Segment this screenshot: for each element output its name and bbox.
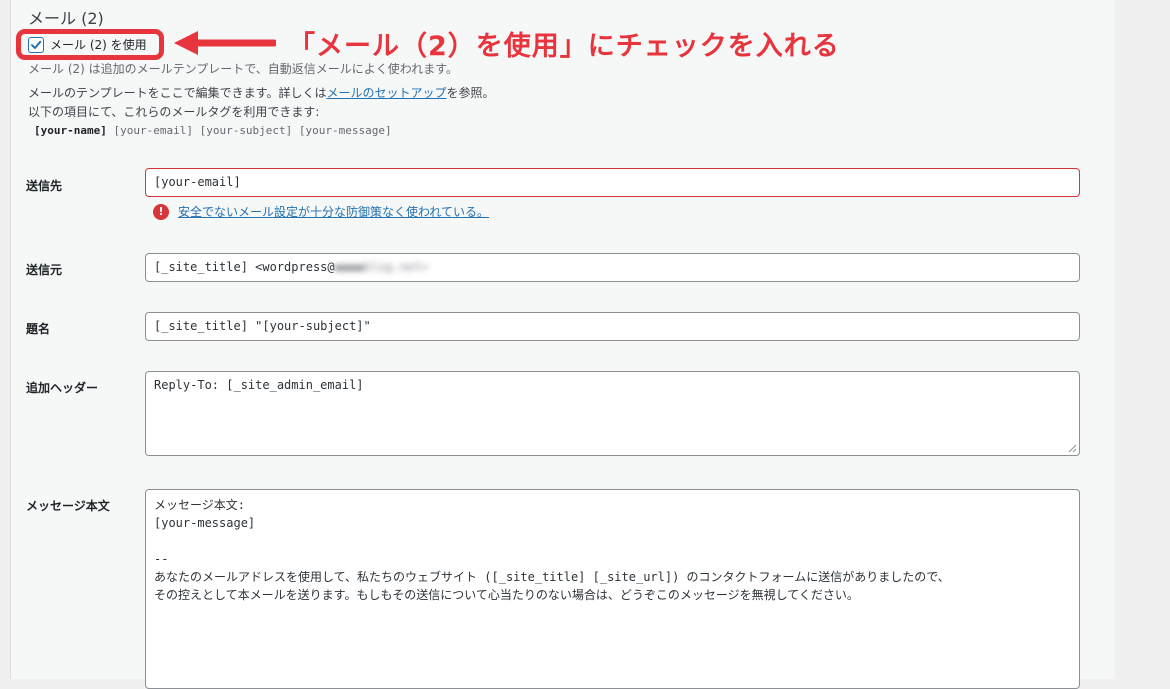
subject-label: 題名 <box>26 322 51 336</box>
from-input-blurred-domain: ●●●●blog.net> <box>334 260 429 274</box>
headers-label: 追加ヘッダー <box>26 381 99 395</box>
from-input-value: [_site_title] <wordpress@ <box>154 260 335 274</box>
error-icon: ! <box>153 203 169 220</box>
checkbox-checked-icon[interactable] <box>28 36 44 53</box>
side-strip <box>1115 0 1170 679</box>
resize-handle-icon[interactable] <box>1068 444 1077 453</box>
mail-tags-others: [your-email] [your-subject] [your-messag… <box>113 124 392 137</box>
description-line-1: メール (2) は追加のメールテンプレートで、自動返信メールによく使われます。 <box>28 62 458 76</box>
annotation-text: 「メール（2）を使用」にチェックを入れる <box>288 31 840 62</box>
mail-tags: [your-name] [your-email] [your-subject] … <box>34 124 392 137</box>
use-mail2-checkbox-row[interactable]: メール (2) を使用 <box>16 29 164 60</box>
to-label: 送信先 <box>26 179 63 193</box>
warning-row: ! 安全でないメール設定が十分な防御策なく使われている。 <box>153 203 489 220</box>
additional-headers-textarea[interactable]: Reply-To: [_site_admin_email] <box>145 371 1080 456</box>
to-input[interactable]: [your-email] <box>145 168 1080 197</box>
description-line-2-before: メールのテンプレートをここで編集できます。詳しくは <box>28 86 327 100</box>
mail-setup-link[interactable]: メールのセットアップ <box>326 86 446 100</box>
from-input[interactable]: [_site_title] <wordpress@●●●●blog.net> <box>145 253 1080 282</box>
description-line-2: メールのテンプレートをここで編集できます。詳しくはメールのセットアップを参照。 <box>28 84 494 101</box>
description-line-2-after: を参照。 <box>446 86 495 100</box>
use-mail2-label[interactable]: メール (2) を使用 <box>50 36 147 53</box>
section-title: メール (2) <box>28 9 104 28</box>
message-body-textarea[interactable]: メッセージ本文: [your-message] -- あなたのメールアドレスを使… <box>145 489 1080 689</box>
body-label: メッセージ本文 <box>26 499 110 513</box>
description-line-3: 以下の項目にて、これらのメールタグを利用できます: <box>28 105 320 119</box>
additional-headers-value: Reply-To: [_site_admin_email] <box>154 378 364 392</box>
from-label: 送信元 <box>26 263 63 277</box>
insecure-config-warning-link[interactable]: 安全でないメール設定が十分な防御策なく使われている。 <box>178 203 489 220</box>
annotation-arrow-icon <box>174 31 276 55</box>
subject-input[interactable]: [_site_title] "[your-subject]" <box>145 312 1080 341</box>
mail-tag-primary: [your-name] <box>34 124 107 137</box>
